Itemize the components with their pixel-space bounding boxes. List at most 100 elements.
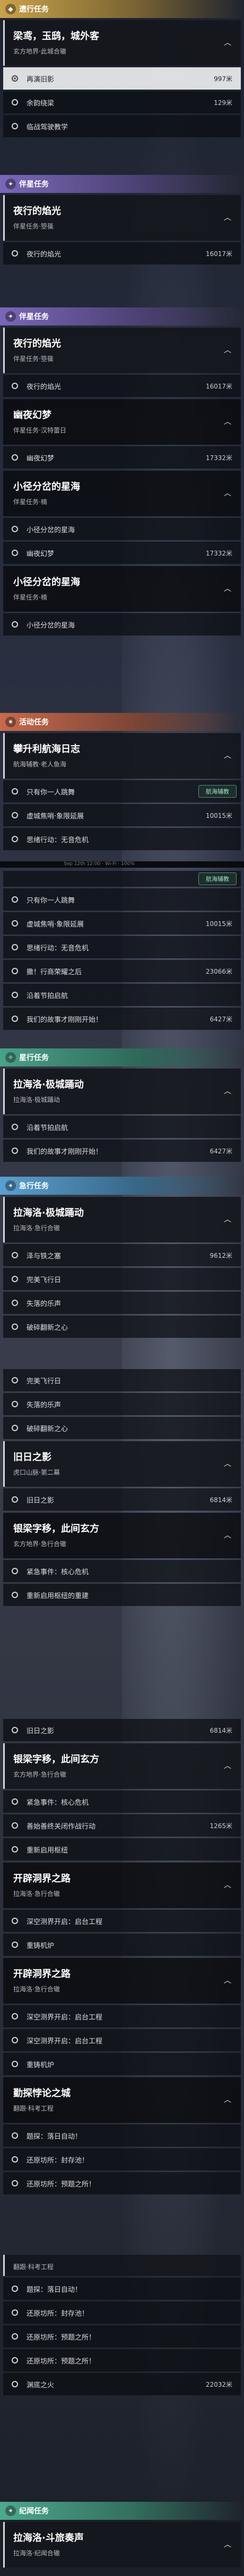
quest-step[interactable]: 题探：落日自动！ xyxy=(3,2278,241,2300)
section-header[interactable]: ✧ 星行任务 xyxy=(0,1048,244,1066)
quest-step[interactable]: 虚城焦哨·象限延展 10015米 xyxy=(3,804,241,826)
quest-step[interactable]: 小径分岔的星海 xyxy=(3,518,241,540)
quest-step[interactable]: 余韵绕梁 129米 xyxy=(3,91,241,113)
quest-step[interactable]: 题探：落日自动！ xyxy=(3,2124,241,2147)
quest-step[interactable]: 深空测界开启：启台工程 xyxy=(3,2005,241,2027)
quest-step[interactable]: 紧急事件：核心危机 xyxy=(3,1790,241,1813)
quest-card[interactable]: 幽夜幻梦 伴星任务·汉特蕾日 ︿ xyxy=(3,399,241,445)
section-header[interactable]: ✦ 伴星任务 xyxy=(0,175,244,193)
chevron-up-icon[interactable]: ︿ xyxy=(223,1761,232,1771)
section-title: 星行任务 xyxy=(19,1054,49,1062)
quest-step[interactable]: 紧急事件：核心危机 xyxy=(3,1560,241,1582)
quest-step[interactable]: 还原坊所：封存池！ xyxy=(3,2148,241,2171)
quest-step[interactable]: 我们的故事才刚刚开始！ 6427米 xyxy=(3,1140,241,1162)
quest-card[interactable]: 拉海洛·斗旅奏声 拉海洛·纪闻合辙 ︿ xyxy=(3,2522,241,2568)
quest-card[interactable]: 拉海洛·极城踊动 拉海洛·极城踊动 ︿ xyxy=(3,1069,241,1114)
quest-step[interactable]: 深空测界开启：启台工程 xyxy=(3,1910,241,1932)
quest-step[interactable]: 思绪行动：无音危机 xyxy=(3,828,241,850)
quest-step[interactable]: 渊底之火 22032米 xyxy=(3,2373,241,2395)
quest-step[interactable]: 航海辅教 xyxy=(3,871,241,887)
chevron-up-icon[interactable]: ︿ xyxy=(223,751,232,761)
step-label: 我们的故事才刚刚开始！ xyxy=(27,1016,103,1024)
quest-step[interactable]: 深空测界开启：启台工程 xyxy=(3,2029,241,2051)
chevron-up-icon[interactable]: ︿ xyxy=(223,1881,232,1890)
quest-step[interactable]: 泽与铁之塞 9612米 xyxy=(3,1244,241,1266)
sailing-badge[interactable]: 航海辅教 xyxy=(198,872,237,885)
quest-step[interactable]: 失落的乐声 xyxy=(3,1292,241,1314)
quest-step[interactable]: 还原坊所：预题之所！ xyxy=(3,2349,241,2371)
section-header[interactable]: ◆ 遗行任务 xyxy=(0,0,244,18)
quest-step[interactable]: 破碎翻新之心 xyxy=(3,1316,241,1338)
quest-title: 银梁字移，此间玄方 xyxy=(13,1523,99,1534)
chevron-up-icon[interactable]: ︿ xyxy=(223,2095,232,2105)
quest-step[interactable]: 临战驾驶教学 xyxy=(3,115,241,137)
quest-card[interactable]: 攀升利航海日志 航海辅教·老人鱼海 ︿ xyxy=(3,733,241,779)
quest-card[interactable]: 小径分岔的星海 伴星任务·楠 ︿ xyxy=(3,566,241,612)
step-label: 旧日之影 xyxy=(27,1727,55,1735)
quest-card[interactable]: 小径分岔的星海 伴星任务·楠 ︿ xyxy=(3,471,241,516)
quest-step[interactable]: 重新启用枢纽的重建 xyxy=(3,1584,241,1606)
chevron-up-icon[interactable]: ︿ xyxy=(223,346,232,355)
chevron-up-icon[interactable]: ︿ xyxy=(223,213,232,223)
chevron-up-icon[interactable]: ︿ xyxy=(223,489,232,498)
quest-step[interactable]: 善始善终关闭作战行动 1265米 xyxy=(3,1814,241,1837)
section-header[interactable]: ✷ 活动任务 xyxy=(0,713,244,731)
quest-step[interactable]: 沿着节拍启航 xyxy=(3,1116,241,1138)
quest-step[interactable]: 旧日之影 6814米 xyxy=(3,1488,241,1511)
quest-card[interactable]: 银梁字移，此间玄方 玄方地界·急行合辙 ︿ xyxy=(3,1513,241,1558)
quest-step[interactable]: 思绪行动：无音危机 xyxy=(3,936,241,958)
quest-step[interactable]: 破碎翻新之心 xyxy=(3,1417,241,1439)
quest-step[interactable]: 再演旧影 997米 xyxy=(3,67,241,90)
quest-step[interactable]: 沿着节拍启航 xyxy=(3,984,241,1006)
quest-step[interactable]: 虚城焦哨·象限延展 10015米 xyxy=(3,912,241,934)
chevron-up-icon[interactable]: ︿ xyxy=(223,584,232,594)
section-title: 急行任务 xyxy=(19,1182,49,1190)
quest-card[interactable]: 拉海洛·极城踊动 拉海洛·急行合辙 ︿ xyxy=(3,1197,241,1242)
quest-step[interactable]: 还原坊所：预题之所！ xyxy=(3,2325,241,2348)
chevron-up-icon[interactable]: ︿ xyxy=(223,417,232,427)
ring-icon xyxy=(12,1252,18,1258)
quest-card[interactable]: 翻跟·科考工程 xyxy=(3,2255,241,2276)
quest-step[interactable]: 重铸机炉 xyxy=(3,1934,241,1956)
quest-step[interactable]: 还原坊所：封存池！ xyxy=(3,2301,241,2324)
quest-step[interactable]: 只有你一人跳舞 航海辅教 xyxy=(3,780,241,802)
quest-title: 勤探悖论之城 xyxy=(13,2088,71,2099)
section-header[interactable]: ✦ 急行任务 xyxy=(0,1177,244,1195)
quest-step[interactable]: 夜行的焰光 16017米 xyxy=(3,375,241,397)
quest-card[interactable]: 夜行的焰光 伴星任务·箜篌 ︿ xyxy=(3,195,241,241)
quest-step[interactable]: 幽夜幻梦 17332米 xyxy=(3,542,241,564)
quest-card[interactable]: 银梁字移，此间玄方 玄方地界·急行合辙 ︿ xyxy=(3,1743,241,1789)
quest-step[interactable]: 我们的故事才刚刚开始！ 6427米 xyxy=(3,1008,241,1030)
quest-step[interactable]: 完美飞行日 xyxy=(3,1268,241,1290)
quest-step[interactable]: 还原坊所：预题之所！ xyxy=(3,2172,241,2194)
quest-card[interactable]: 开辟洞界之路 拉海洛·急行合辙 ︿ xyxy=(3,1863,241,1908)
quest-step[interactable]: 完美飞行日 xyxy=(3,1369,241,1391)
chevron-up-icon[interactable]: ︿ xyxy=(223,1459,232,1469)
quest-step[interactable]: 小径分岔的星海 xyxy=(3,613,241,636)
quest-card[interactable]: 梁鸢，玉鸱，城外客 玄方地界·此城合辙 ︿ xyxy=(3,20,241,66)
quest-step[interactable]: 失落的乐声 xyxy=(3,1393,241,1415)
chevron-up-icon[interactable]: ︿ xyxy=(223,1531,232,1540)
ring-icon xyxy=(12,1300,18,1306)
quest-title: 开辟洞界之路 xyxy=(13,1873,71,1884)
section-companion: ✦ 伴星任务 夜行的焰光 伴星任务·箜篌 ︿ 夜行的焰光 16017米 xyxy=(0,175,244,264)
sailing-badge[interactable]: 航海辅教 xyxy=(198,785,237,798)
chevron-up-icon[interactable]: ︿ xyxy=(223,1215,232,1224)
quest-step[interactable]: 重铸机炉 xyxy=(3,2053,241,2075)
quest-card[interactable]: 夜行的焰光 伴星任务·箜篌 ︿ xyxy=(3,328,241,373)
section-header[interactable]: ✦ 伴星任务 xyxy=(0,307,244,325)
quest-card[interactable]: 勤探悖论之城 翻跟·科考工程 ︿ xyxy=(3,2077,241,2123)
quest-step[interactable]: 旧日之影 6814米 xyxy=(3,1719,241,1741)
section-header[interactable]: ✦ 纪闻任务 xyxy=(0,2502,244,2520)
quest-step[interactable]: 撒！行商荣耀之后 23066米 xyxy=(3,960,241,982)
quest-step[interactable]: 夜行的焰光 16017米 xyxy=(3,242,241,264)
chevron-up-icon[interactable]: ︿ xyxy=(223,2540,232,2549)
quest-step[interactable]: 重新启用枢纽 xyxy=(3,1838,241,1860)
chevron-up-icon[interactable]: ︿ xyxy=(223,1087,232,1096)
chevron-up-icon[interactable]: ︿ xyxy=(223,1976,232,1986)
quest-card[interactable]: 开辟洞界之路 拉海洛·急行合辙 ︿ xyxy=(3,1958,241,2004)
quest-step[interactable]: 幽夜幻梦 17332米 xyxy=(3,446,241,469)
quest-step[interactable]: 只有你一人跳舞 xyxy=(3,888,241,911)
chevron-up-icon[interactable]: ︿ xyxy=(223,38,232,48)
quest-card[interactable]: 旧日之影 虎口山脉·第二幕 ︿ xyxy=(3,1441,241,1487)
